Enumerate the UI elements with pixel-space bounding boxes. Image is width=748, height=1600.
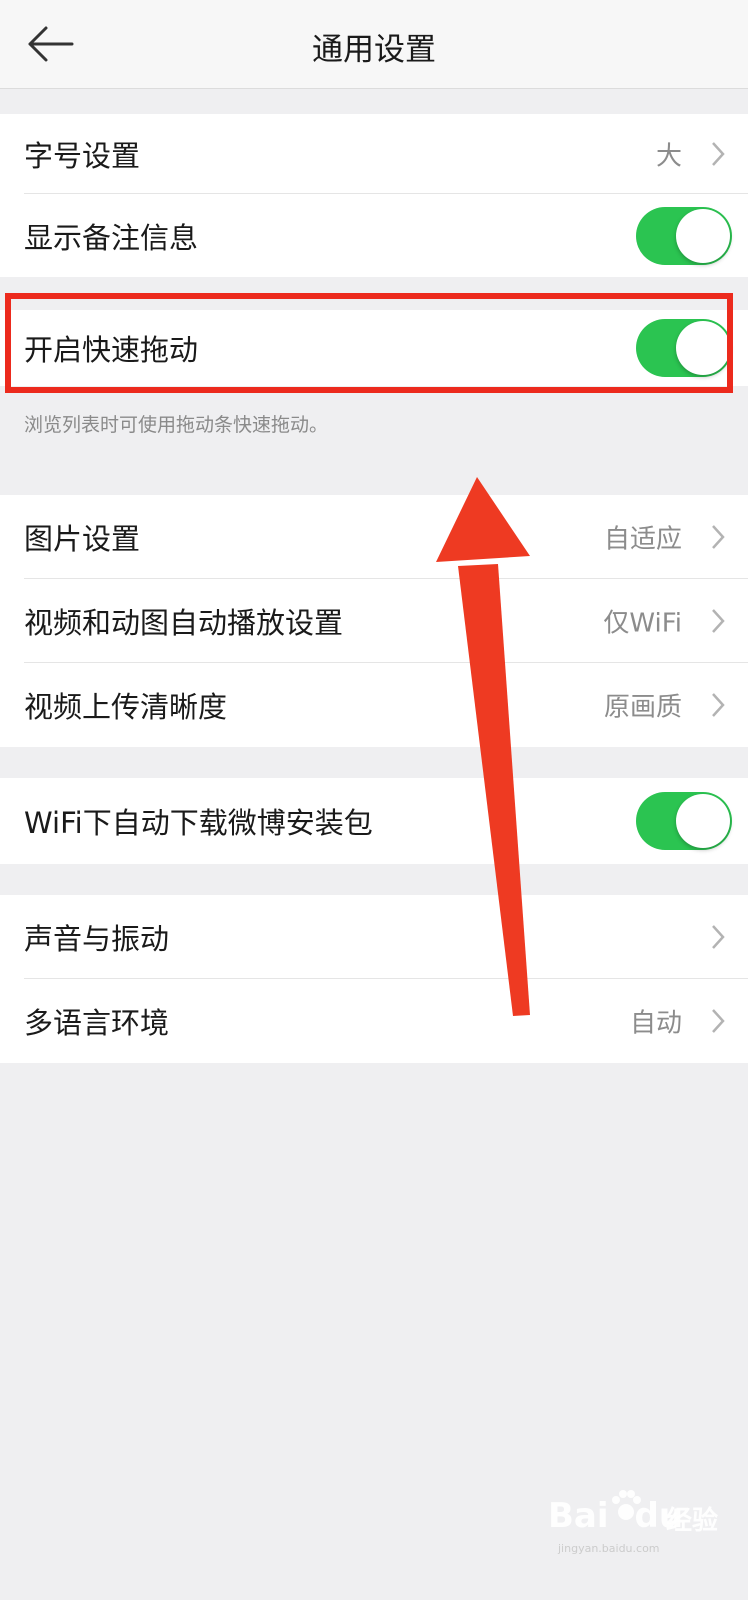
baidu-jingyan-watermark: Bai du 经验 jingyan.baidu.com <box>548 1488 718 1568</box>
paw-icon <box>612 1490 641 1520</box>
watermark-url: jingyan.baidu.com <box>558 1542 660 1555</box>
watermark-name: 经验 <box>666 1506 719 1536</box>
annotation-arrow <box>436 477 530 1016</box>
